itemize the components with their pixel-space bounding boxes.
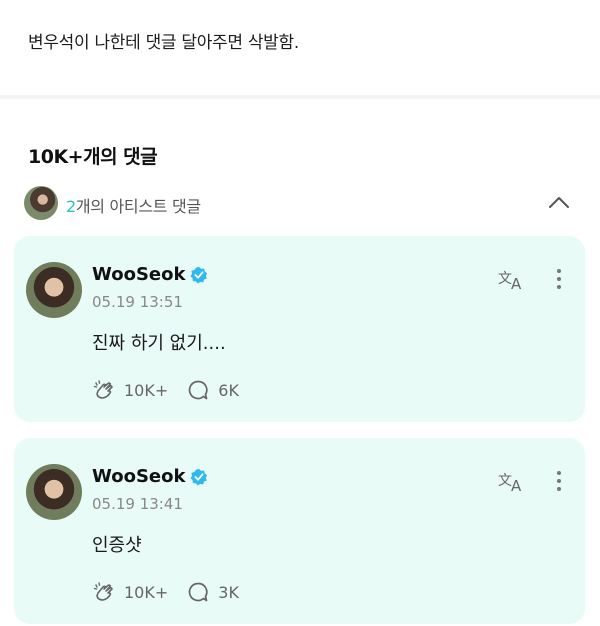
svg-text:文: 文 (498, 473, 512, 489)
artist-avatar (24, 186, 58, 220)
svg-text:A: A (511, 477, 522, 494)
reply-count: 3K (218, 582, 239, 602)
translate-icon[interactable]: 文 A (497, 266, 527, 292)
avatar[interactable] (26, 464, 82, 520)
comment-text: 인증샷 (92, 535, 142, 556)
clap-icon (93, 582, 113, 601)
comment-text: 진짜 하기 없기.... (92, 333, 226, 354)
more-options-icon[interactable] (552, 468, 566, 494)
avatar[interactable] (26, 262, 82, 318)
artist-comment-text: 개의 아티스트 댓글 (75, 197, 201, 216)
comments-count-title: 10K+개의 댓글 (28, 146, 158, 168)
verified-badge-icon (191, 468, 208, 485)
artist-comment-card: WooSeok 05.19 13:41 인증샷 文 A 10K+ 3K (14, 438, 585, 624)
translate-icon[interactable]: 文 A (497, 468, 527, 494)
comment-bubble-icon (188, 582, 208, 602)
reply-count: 6K (218, 380, 239, 400)
verified-badge-icon (191, 266, 208, 283)
svg-text:文: 文 (498, 271, 512, 287)
artist-comments-label: 2개의 아티스트 댓글 (66, 193, 201, 217)
reply-button[interactable]: 3K (186, 580, 239, 604)
artist-comment-count: 2 (66, 197, 76, 216)
cheer-count: 10K+ (124, 380, 169, 400)
reply-button[interactable]: 6K (186, 378, 239, 402)
section-divider (0, 95, 600, 99)
cheer-button[interactable]: 10K+ (92, 378, 168, 402)
artist-comment-card: WooSeok 05.19 13:51 진짜 하기 없기.... 文 A 10K… (14, 236, 585, 422)
comment-author[interactable]: WooSeok (92, 466, 185, 487)
clap-icon (93, 380, 113, 399)
cheer-count: 10K+ (124, 582, 169, 602)
comment-bubble-icon (188, 380, 208, 400)
comment-author[interactable]: WooSeok (92, 264, 185, 285)
cheer-button[interactable]: 10K+ (92, 580, 168, 604)
more-options-icon[interactable] (552, 266, 566, 292)
svg-text:A: A (511, 275, 522, 292)
comment-time: 05.19 13:41 (92, 495, 183, 513)
comment-time: 05.19 13:51 (92, 293, 183, 311)
artist-comments-toggle[interactable]: 2개의 아티스트 댓글 (24, 186, 576, 222)
post-text: 변우석이 나한테 댓글 달아주면 삭발함. (28, 33, 299, 53)
chevron-up-icon[interactable] (546, 190, 572, 216)
